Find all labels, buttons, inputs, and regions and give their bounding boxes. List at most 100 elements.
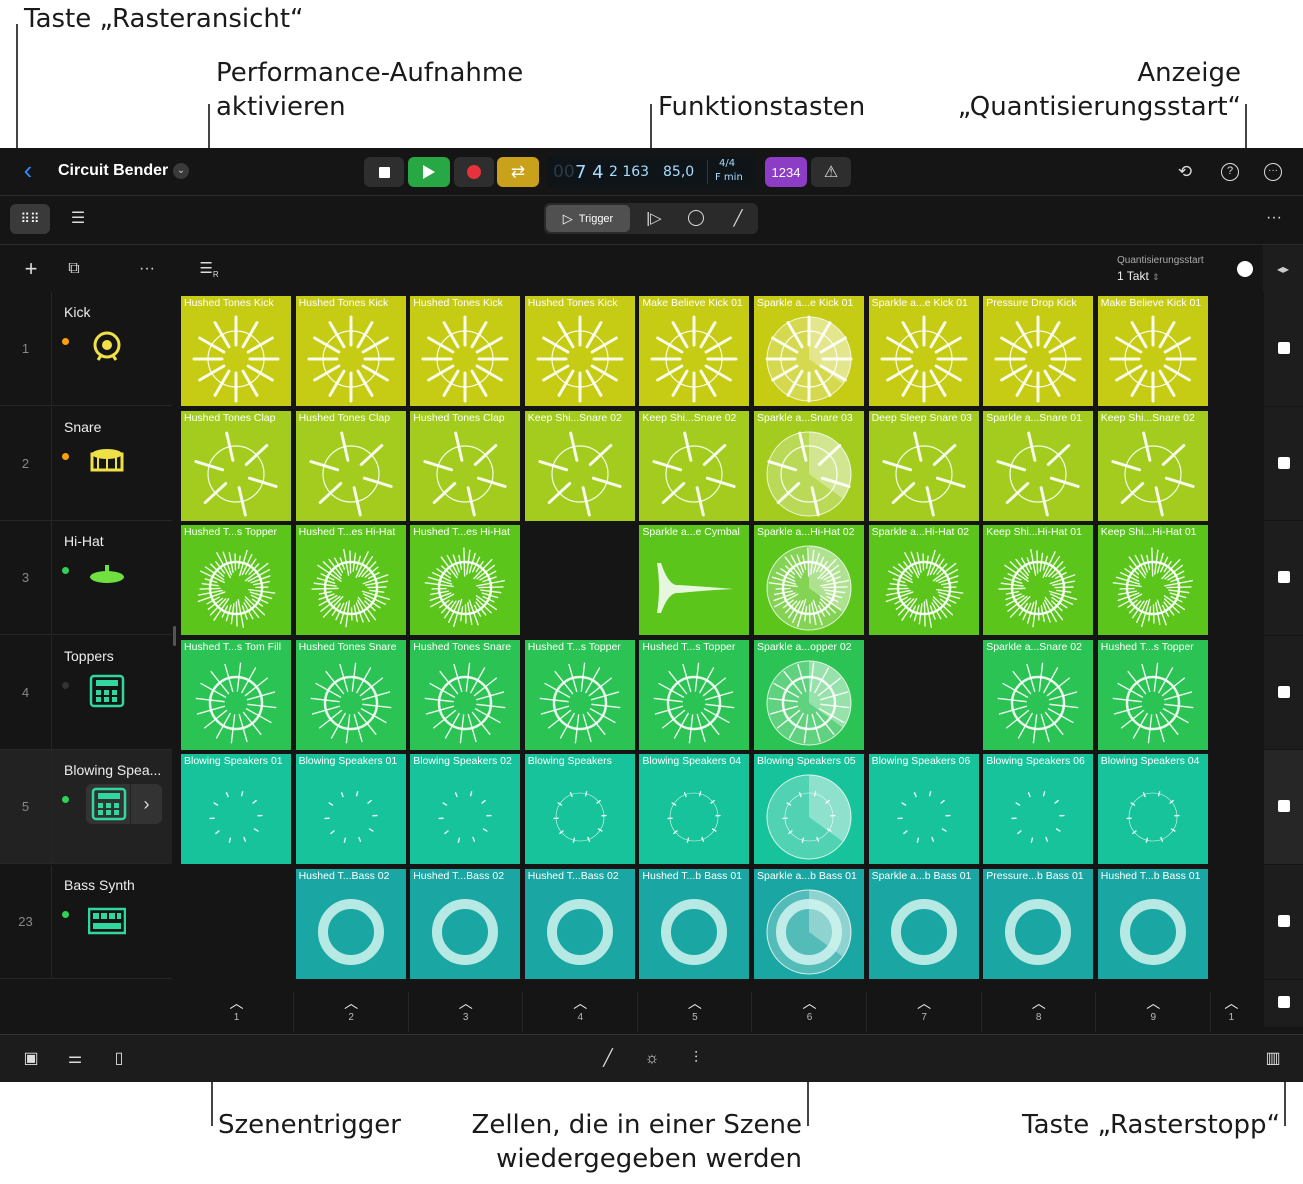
loop-cell[interactable]: Hushed T...s Topper	[1097, 639, 1208, 750]
scene-trigger[interactable]: ︿ 2	[295, 992, 409, 1032]
count-in-button[interactable]: 1234	[765, 157, 807, 187]
tracks-view-button[interactable]: ☰	[58, 204, 98, 234]
loop-cell[interactable]: Hushed Tones Kick	[181, 296, 291, 406]
inspector-icon[interactable]: ▯	[106, 1047, 132, 1071]
track-resize-handle[interactable]	[173, 626, 176, 646]
loop-cell[interactable]: Deep Sleep Snare 03	[868, 410, 979, 521]
loop-cell[interactable]: Keep Shi...Hi-Hat 01	[1097, 525, 1208, 636]
metronome-button[interactable]: ⚠	[811, 157, 851, 187]
loop-cell[interactable]: Blowing Speakers 04	[639, 754, 750, 865]
loop-cell[interactable]: Sparkle a...Hi-Hat 02	[868, 525, 979, 636]
loop-cell[interactable]: Keep Shi...Snare 02	[639, 410, 750, 521]
loop-cell[interactable]: Hushed Tones Clap	[410, 410, 521, 521]
loop-cell[interactable]: Hushed T...s Topper	[639, 639, 750, 750]
loop-cell[interactable]: Sparkle a...e Kick 01	[754, 296, 864, 406]
loop-cell[interactable]: Sparkle a...opper 02	[754, 639, 864, 750]
loop-cell[interactable]: Blowing Speakers 05	[754, 754, 864, 865]
track-header[interactable]: 23 Bass Synth	[0, 865, 172, 979]
loop-cell[interactable]: Hushed T...s Tom Fill	[181, 639, 291, 750]
loop-cell[interactable]: Hushed T...es Hi-Hat	[410, 525, 521, 636]
loop-cell[interactable]: Hushed T...b Bass 01	[639, 869, 750, 979]
loop-cell[interactable]: Hushed T...b Bass 01	[1097, 869, 1208, 979]
track-stop-button[interactable]	[1264, 406, 1303, 522]
loop-cell[interactable]: Hushed Tones Kick	[410, 296, 521, 406]
cycle-button[interactable]: ⇄	[497, 157, 539, 187]
loop-cell[interactable]: Blowing Speakers	[524, 754, 635, 865]
loop-cell[interactable]: Blowing Speakers 01	[295, 754, 406, 865]
lcd-display[interactable]: 00 7 4 2 163 85,0 4/4 F min	[547, 156, 756, 188]
record-button[interactable]	[454, 157, 494, 187]
scene-trigger[interactable]: ︿ 8	[982, 992, 1097, 1032]
loop-cell[interactable]: Keep Shi...Hi-Hat 01	[983, 525, 1094, 636]
track-plugin-box[interactable]: ›	[86, 784, 162, 825]
loop-cell[interactable]: Blowing Speakers 04	[1097, 754, 1208, 865]
track-header[interactable]: 4 Toppers	[0, 635, 172, 750]
loop-cell[interactable]: Hushed Tones Clap	[295, 410, 406, 521]
more-options-icon[interactable]: ···	[1261, 160, 1285, 184]
loop-cell[interactable]: Keep Shi...Snare 02	[524, 410, 635, 521]
smart-controls-icon[interactable]: ⚌	[62, 1047, 88, 1071]
scene-trigger[interactable]: ︿ 1	[1211, 992, 1251, 1032]
scene-trigger[interactable]: ︿ 5	[638, 992, 753, 1032]
scene-trigger[interactable]: ︿ 3	[409, 992, 524, 1032]
grid-view-button[interactable]: ⠿⠿	[10, 204, 50, 234]
collapse-stop-column[interactable]: ◂▸	[1263, 245, 1303, 293]
undo-icon[interactable]: ⟲	[1173, 160, 1197, 184]
track-header[interactable]: 3 Hi-Hat	[0, 521, 172, 636]
scene-trigger[interactable]: ︿ 9	[1097, 992, 1211, 1032]
loop-cell[interactable]: Sparkle a...Snare 02	[983, 639, 1094, 750]
scene-trigger[interactable]: ︿ 4	[524, 992, 638, 1032]
loop-cell[interactable]: Blowing Speakers 01	[181, 754, 291, 865]
play-button[interactable]	[408, 157, 450, 187]
loop-cell[interactable]: Hushed T...s Topper	[524, 639, 635, 750]
chevron-right-icon[interactable]: ›	[130, 784, 162, 825]
project-menu-chevron-icon[interactable]: ⌄	[173, 163, 189, 179]
track-header[interactable]: 5 Blowing Spea... ›	[0, 750, 172, 865]
loop-cell[interactable]: Hushed T...Bass 02	[295, 869, 406, 979]
help-icon[interactable]: ?	[1218, 160, 1242, 184]
project-title[interactable]: Circuit Bender	[58, 162, 168, 180]
loop-cell[interactable]: Hushed T...Bass 02	[410, 869, 521, 979]
scene-trigger[interactable]: ︿ 1	[180, 992, 294, 1032]
loop-cell[interactable]: Hushed Tones Snare	[410, 639, 521, 750]
loop-cell[interactable]: Hushed T...Bass 02	[524, 869, 635, 979]
add-track-icon[interactable]: +	[19, 257, 43, 281]
performance-record-icon[interactable]: ☰R	[197, 257, 221, 287]
mixer-icon[interactable]: ⫶	[684, 1047, 708, 1071]
keyboard-icon[interactable]: ▥	[1260, 1047, 1286, 1071]
back-chevron-icon[interactable]: ‹	[16, 157, 40, 183]
scene-trigger[interactable]: ︿ 7	[868, 992, 982, 1032]
trigger-mode-button[interactable]: ▷ Trigger	[546, 205, 630, 232]
track-stop-button[interactable]	[1264, 292, 1303, 407]
loop-cell[interactable]: Pressure Drop Kick	[983, 296, 1094, 406]
loop-cell[interactable]: Hushed Tones Clap	[181, 410, 291, 521]
loop-cell[interactable]: Sparkle a...e Cymbal	[639, 525, 750, 636]
loop-cell[interactable]: Sparkle a...b Bass 01	[868, 869, 979, 979]
loop-cell[interactable]: Hushed Tones Kick	[524, 296, 635, 406]
loop-cell[interactable]: Hushed T...s Topper	[181, 525, 291, 636]
loop-cell[interactable]: Keep Shi...Snare 02	[1097, 410, 1208, 521]
loop-cell[interactable]: Pressure...b Bass 01	[983, 869, 1094, 979]
loop-cell[interactable]: Sparkle a...e Kick 01	[868, 296, 979, 406]
loop-cell[interactable]: Blowing Speakers 06	[983, 754, 1094, 865]
track-stop-button[interactable]	[1264, 521, 1303, 636]
loop-cell[interactable]: Sparkle a...b Bass 01	[754, 869, 864, 979]
loop-cell[interactable]: Sparkle a...Snare 03	[754, 410, 864, 521]
loop-cell[interactable]: Hushed T...es Hi-Hat	[295, 525, 406, 636]
browser-icon[interactable]: ▣	[18, 1047, 44, 1071]
loop-cell[interactable]: Make Believe Kick 01	[1097, 296, 1208, 406]
toggle-mode-button[interactable]	[678, 205, 714, 232]
track-header[interactable]: 2 Snare	[0, 406, 172, 521]
more-options-icon[interactable]: ···	[1262, 206, 1286, 230]
loop-cell[interactable]: Make Believe Kick 01	[639, 296, 750, 406]
quantize-start-value[interactable]: 1 Takt ⇕	[1117, 269, 1160, 283]
retrigger-mode-button[interactable]: |▷	[636, 205, 672, 232]
grid-stop-button[interactable]	[1264, 979, 1303, 1028]
loop-cell[interactable]: Sparkle a...Hi-Hat 02	[754, 525, 864, 636]
automation-icon[interactable]: ☼	[640, 1047, 664, 1071]
loop-cell[interactable]: Blowing Speakers 06	[868, 754, 979, 865]
duplicate-icon[interactable]: ⧉	[62, 257, 86, 281]
loop-cell[interactable]: Sparkle a...Snare 01	[983, 410, 1094, 521]
loop-cell[interactable]: Hushed Tones Snare	[295, 639, 406, 750]
track-stop-button[interactable]	[1264, 865, 1303, 980]
